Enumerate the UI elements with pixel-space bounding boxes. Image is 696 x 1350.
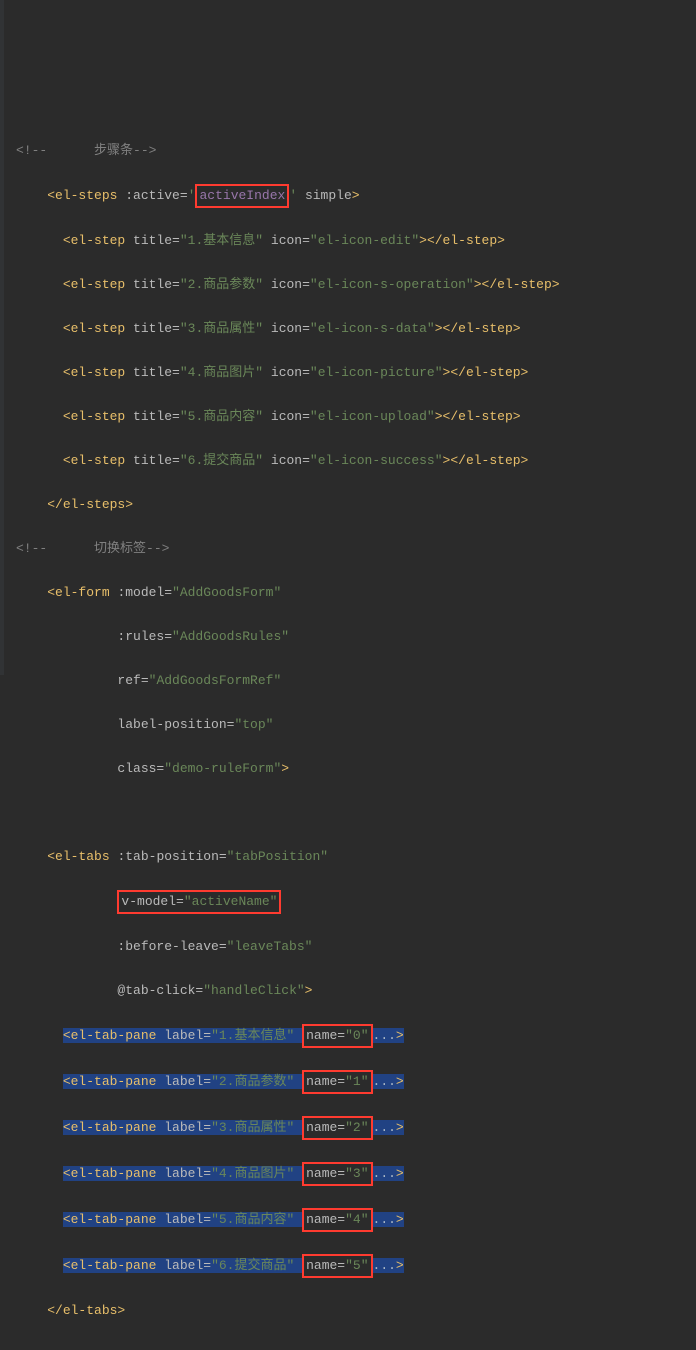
code-line: <el-step title="1.基本信息" icon="el-icon-ed… bbox=[8, 230, 696, 252]
highlight-name-4: name="4" bbox=[302, 1208, 372, 1232]
code-line: </el-tabs> bbox=[8, 1300, 696, 1322]
code-line: <el-step title="2.商品参数" icon="el-icon-s-… bbox=[8, 274, 696, 296]
code-line: class="demo-ruleForm"> bbox=[8, 758, 696, 780]
code-line: <el-step title="5.商品内容" icon="el-icon-up… bbox=[8, 406, 696, 428]
code-line: <el-tabs :tab-position="tabPosition" bbox=[8, 846, 696, 868]
highlight-name-0: name="0" bbox=[302, 1024, 372, 1048]
code-line: <el-step title="4.商品图片" icon="el-icon-pi… bbox=[8, 362, 696, 384]
highlight-activeIndex: activeIndex bbox=[195, 184, 289, 208]
code-line: <el-tab-pane label="1.基本信息" name="0"...> bbox=[8, 1024, 696, 1048]
code-editor[interactable]: <!-- 步骤条--> <el-steps :active='activeInd… bbox=[8, 118, 696, 1344]
code-line: <!-- 步骤条--> bbox=[8, 140, 696, 162]
highlight-name-3: name="3" bbox=[302, 1162, 372, 1186]
code-line bbox=[8, 802, 696, 824]
code-line: <el-form :model="AddGoodsForm" bbox=[8, 582, 696, 604]
code-line: <el-tab-pane label="3.商品属性" name="2"...> bbox=[8, 1116, 696, 1140]
code-line: ref="AddGoodsFormRef" bbox=[8, 670, 696, 692]
code-line: <el-steps :active='activeIndex' simple> bbox=[8, 184, 696, 208]
code-line: <el-tab-pane label="2.商品参数" name="1"...> bbox=[8, 1070, 696, 1094]
code-line: :before-leave="leaveTabs" bbox=[8, 936, 696, 958]
code-line: <el-tab-pane label="4.商品图片" name="3"...> bbox=[8, 1162, 696, 1186]
highlight-vmodel: v-model="activeName" bbox=[117, 890, 281, 914]
code-line: @tab-click="handleClick"> bbox=[8, 980, 696, 1002]
code-line: <el-step title="3.商品属性" icon="el-icon-s-… bbox=[8, 318, 696, 340]
code-line: <el-tab-pane label="6.提交商品" name="5"...> bbox=[8, 1254, 696, 1278]
code-line: v-model="activeName" bbox=[8, 890, 696, 914]
code-line: <!-- 切换标签--> bbox=[8, 538, 696, 560]
highlight-name-5: name="5" bbox=[302, 1254, 372, 1278]
code-line: <el-step title="6.提交商品" icon="el-icon-su… bbox=[8, 450, 696, 472]
code-line: label-position="top" bbox=[8, 714, 696, 736]
code-line: :rules="AddGoodsRules" bbox=[8, 626, 696, 648]
code-line: <el-tab-pane label="5.商品内容" name="4"...> bbox=[8, 1208, 696, 1232]
highlight-name-1: name="1" bbox=[302, 1070, 372, 1094]
code-line: </el-steps> bbox=[8, 494, 696, 516]
highlight-name-2: name="2" bbox=[302, 1116, 372, 1140]
